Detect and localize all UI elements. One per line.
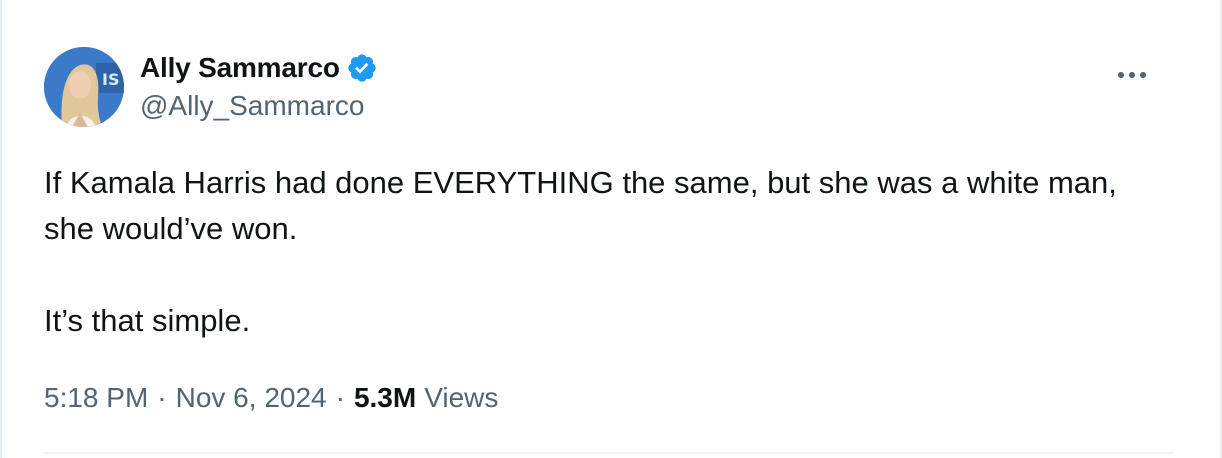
more-horizontal-icon[interactable] <box>1112 63 1152 87</box>
tweet-meta: 5:18 PM · Nov 6, 2024 · 5.3M Views <box>44 382 498 414</box>
views-label[interactable]: Views <box>424 382 498 414</box>
svg-text:IS: IS <box>102 70 119 89</box>
author-avatar[interactable]: IS <box>44 47 124 127</box>
author-display-name[interactable]: Ally Sammarco <box>140 52 340 84</box>
author-handle[interactable]: @Ally_Sammarco <box>140 90 378 122</box>
author-info: Ally Sammarco @Ally_Sammarco <box>140 49 378 122</box>
views-count[interactable]: 5.3M <box>354 382 416 414</box>
tweet-text: If Kamala Harris had done EVERYTHING the… <box>44 160 1174 344</box>
tweet-header: IS Ally Sammarco @Ally_Sammarco <box>44 47 1184 129</box>
meta-separator: · <box>335 382 345 413</box>
meta-separator: · <box>157 382 167 413</box>
verified-badge-icon[interactable] <box>346 52 378 84</box>
tweet-time[interactable]: 5:18 PM <box>44 382 148 414</box>
name-row: Ally Sammarco <box>140 49 378 87</box>
tweet-text-line-2: It’s that simple. <box>44 303 251 338</box>
tweet-text-line-1: If Kamala Harris had done EVERYTHING the… <box>44 165 1117 246</box>
tweet-card: IS Ally Sammarco @Ally_Sammarco If Kamal… <box>0 0 1222 458</box>
tweet-date[interactable]: Nov 6, 2024 <box>176 382 327 414</box>
divider <box>44 452 1174 454</box>
